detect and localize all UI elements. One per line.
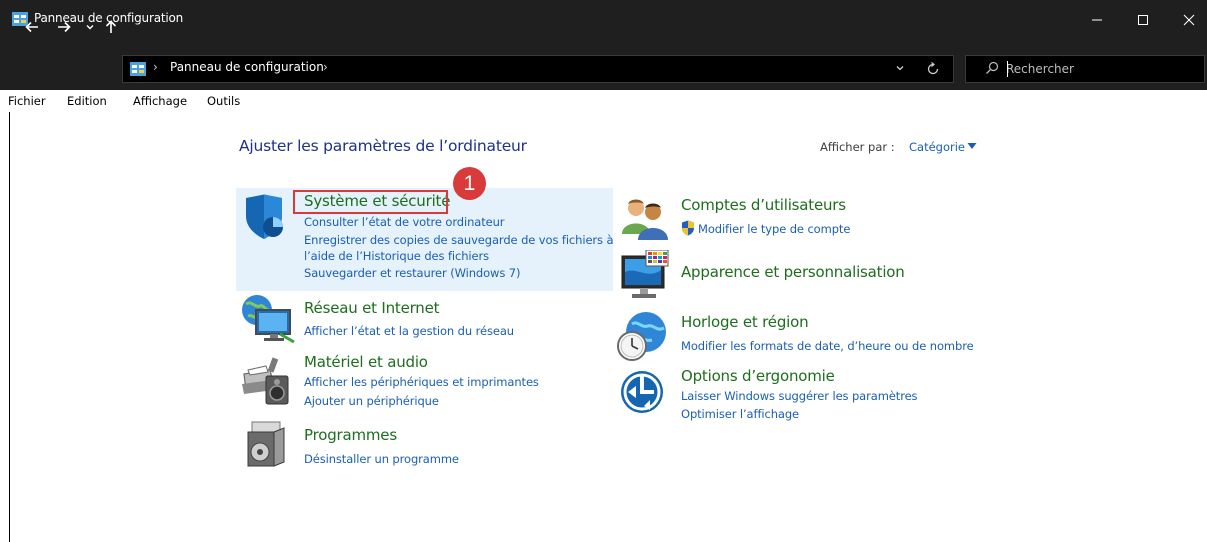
page-title: Ajuster les paramètres de l’ordinateur [239, 137, 527, 155]
minimize-icon [1092, 19, 1102, 21]
chevron-down-icon [86, 25, 94, 30]
up-button[interactable] [103, 18, 119, 36]
link-etat-reseau[interactable]: Afficher l’état et la gestion du réseau [304, 324, 514, 338]
shield-icon [246, 194, 283, 239]
link-historique-fichiers-line2[interactable]: l’aide de l’Historique des fichiers [304, 249, 489, 263]
uac-shield-icon [682, 220, 694, 236]
search-input[interactable] [1006, 59, 1196, 79]
breadcrumb[interactable]: Panneau de configuration [170, 60, 324, 74]
maximize-icon [1138, 15, 1148, 25]
category-title-apparence-personnalisation[interactable]: Apparence et personnalisation [681, 263, 905, 281]
breadcrumb-chevron-icon[interactable]: › [153, 60, 158, 74]
category-title-reseau-internet[interactable]: Réseau et Internet [304, 299, 440, 317]
text-cursor [1007, 61, 1008, 77]
monitor-palette-icon [621, 250, 669, 298]
link-historique-fichiers[interactable]: Enregistrer des copies de sauvegarde de … [304, 233, 614, 247]
arrow-left-icon [25, 21, 38, 33]
menu-fichier[interactable]: Fichier [8, 94, 46, 108]
arrow-up-icon [105, 20, 117, 33]
refresh-icon [927, 61, 939, 74]
caret-down-icon[interactable] [967, 142, 977, 150]
refresh-button[interactable] [925, 59, 941, 77]
link-desinstaller-programme[interactable]: Désinstaller un programme [304, 452, 459, 466]
programs-box-icon [247, 421, 285, 467]
close-button[interactable] [1166, 0, 1207, 40]
menu-affichage[interactable]: Affichage [133, 94, 187, 108]
printer-speaker-icon [242, 357, 289, 405]
search-icon [986, 61, 999, 74]
view-by-label: Afficher par : [820, 140, 895, 154]
link-optimiser-affichage[interactable]: Optimiser l’affichage [681, 407, 799, 421]
users-icon [622, 199, 668, 240]
category-title-horloge-region[interactable]: Horloge et région [681, 313, 809, 331]
link-windows-suggerer-parametres[interactable]: Laisser Windows suggérer les paramètres [681, 389, 918, 403]
view-by-dropdown[interactable]: Catégorie [909, 140, 965, 154]
category-title-programmes[interactable]: Programmes [304, 426, 397, 444]
network-globe-icon [242, 295, 295, 344]
close-icon [1183, 14, 1195, 26]
recent-locations-button[interactable] [82, 18, 98, 36]
link-ajouter-peripherique[interactable]: Ajouter un périphérique [304, 394, 439, 408]
link-formats-date-heure[interactable]: Modifier les formats de date, d’heure ou… [681, 339, 974, 353]
maximize-button[interactable] [1120, 0, 1166, 40]
ease-of-access-icon [621, 371, 663, 413]
menu-edition[interactable]: Edition [67, 94, 107, 108]
annotation-badge: 1 [453, 167, 486, 200]
category-title-materiel-audio[interactable]: Matériel et audio [304, 353, 428, 371]
link-sauvegarder-restaurer[interactable]: Sauvegarder et restaurer (Windows 7) [304, 266, 520, 280]
category-title-options-ergonomie[interactable]: Options d’ergonomie [681, 367, 835, 385]
menu-outils[interactable]: Outils [207, 94, 240, 108]
window-border [9, 112, 10, 542]
link-consulter-etat[interactable]: Consulter l’état de votre ordinateur [304, 215, 505, 229]
forward-button[interactable] [56, 18, 72, 36]
annotation-highlight-box [293, 190, 448, 214]
back-button[interactable] [24, 18, 40, 36]
minimize-button[interactable] [1074, 0, 1120, 40]
chevron-down-icon [896, 66, 904, 71]
breadcrumb-chevron-icon[interactable]: › [323, 60, 328, 74]
link-peripheriques-imprimantes[interactable]: Afficher les périphériques et imprimante… [304, 375, 539, 389]
arrow-right-icon [58, 21, 71, 33]
title-bar: Panneau de configuration [0, 0, 1207, 40]
address-history-button[interactable] [893, 60, 907, 76]
control-panel-icon [130, 62, 146, 76]
category-title-comptes-utilisateurs[interactable]: Comptes d’utilisateurs [681, 196, 846, 214]
link-modifier-type-compte[interactable]: Modifier le type de compte [698, 222, 850, 236]
clock-globe-icon [617, 312, 666, 361]
